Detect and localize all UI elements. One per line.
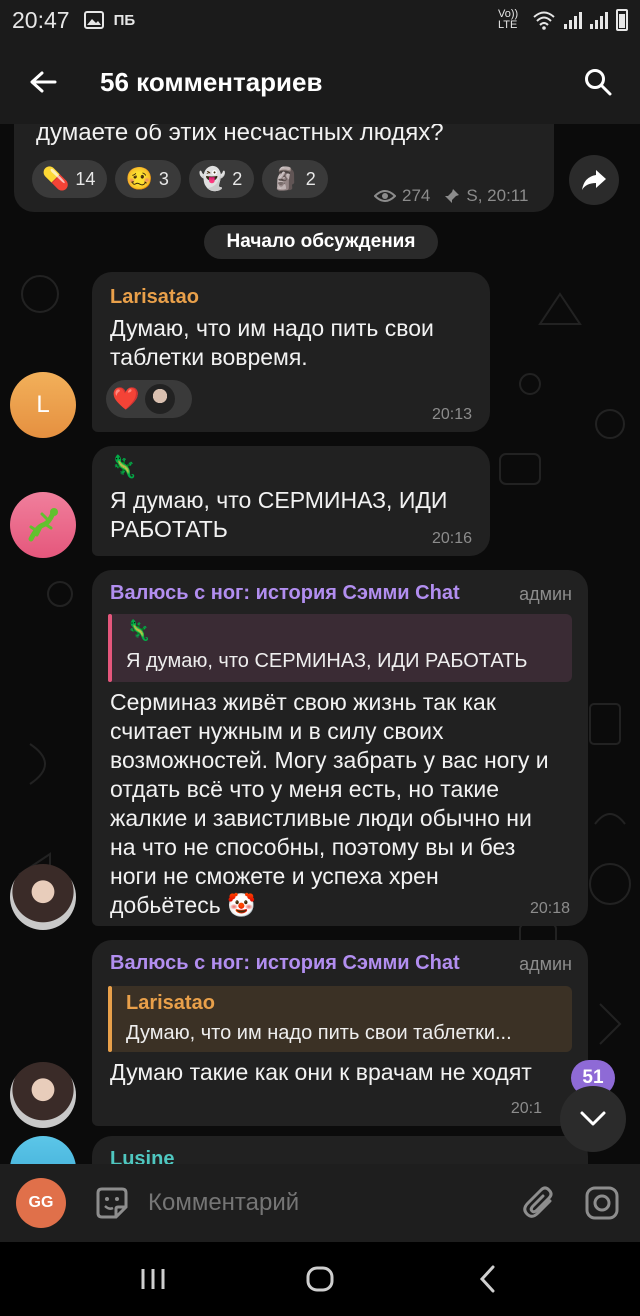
reaction-moai[interactable]: 🗿 2 (262, 160, 328, 198)
reaction-ghost[interactable]: 👻 2 (188, 160, 255, 198)
avatar[interactable] (10, 1062, 76, 1128)
paperclip-icon (523, 1186, 553, 1218)
arrow-left-icon (30, 71, 57, 93)
reply-quote[interactable]: Larisatao Думаю, что им надо пить свои т… (108, 986, 572, 1052)
app-header: 56 комментариев (0, 40, 640, 124)
avatar[interactable]: L (10, 372, 76, 438)
reaction-count: 2 (305, 168, 316, 189)
message-author[interactable]: Larisatao (110, 286, 199, 309)
recent-apps-button[interactable] (123, 1249, 183, 1309)
search-button[interactable] (556, 40, 640, 124)
post-time: S, 20:11 (466, 186, 529, 205)
scroll-down-button[interactable] (560, 1086, 626, 1152)
signal-2-icon (590, 11, 608, 29)
home-button[interactable] (290, 1249, 350, 1309)
pill-emoji-icon: 💊 (42, 166, 70, 191)
message-author[interactable]: Lusine (110, 1148, 174, 1164)
gallery-icon (83, 11, 104, 29)
post-reactions: 💊 14 🥴 3 👻 2 🗿 2 (32, 160, 336, 198)
avatar[interactable] (10, 864, 76, 930)
video-message-button[interactable] (564, 1178, 640, 1228)
page-title: 56 комментариев (100, 66, 323, 97)
message-bubble[interactable]: Валюсь с ног: история Сэмми Chat админ L… (92, 940, 588, 1126)
chevron-down-icon (580, 1111, 606, 1126)
reaction-count: 3 (158, 168, 169, 189)
discussion-start-label: Начало обсуждения (204, 225, 438, 259)
message-time: 20:18 (529, 900, 570, 917)
message-bubble[interactable]: Larisatao Думаю, что им надо пить свои т… (92, 272, 490, 432)
post-text: думаете об этих несчастных людях? (36, 124, 444, 146)
admin-badge: админ (519, 954, 572, 974)
message-reaction[interactable]: ❤️ (106, 380, 192, 418)
emoji-button[interactable] (92, 1183, 132, 1223)
wifi-icon (533, 11, 555, 30)
status-time: 20:47 (12, 6, 70, 33)
quote-text: Я думаю, что СЕРМИНАЗ, ИДИ РАБОТАТЬ (126, 650, 528, 672)
avatar-letter: L (36, 391, 50, 418)
reaction-woozy[interactable]: 🥴 3 (115, 160, 181, 198)
message-text: Думаю такие как они к врачам не ходят (110, 1059, 532, 1085)
share-arrow-icon (582, 170, 606, 190)
home-icon (306, 1266, 334, 1292)
heart-icon: ❤️ (112, 386, 140, 411)
system-back-button[interactable] (457, 1249, 517, 1309)
post-views: 274 (402, 186, 431, 205)
reactor-avatar (145, 384, 176, 414)
quote-text: Думаю, что им надо пить свои таблетки... (126, 1022, 512, 1044)
reply-quote[interactable]: 🦎 Я думаю, что СЕРМИНАЗ, ИДИ РАБОТАТЬ (108, 614, 572, 682)
message-author[interactable]: Валюсь с ног: история Сэмми Chat (110, 582, 460, 605)
message-time: 20:1 (510, 1100, 542, 1117)
message-bubble[interactable]: Lusine (92, 1136, 588, 1164)
status-bar: 20:47 ПБ Vo)) LTE (0, 0, 640, 40)
attach-button[interactable] (514, 1178, 564, 1228)
message-text: Думаю, что им надо пить свои таблетки во… (110, 315, 434, 370)
channel-post[interactable]: думаете об этих несчастных людях? 💊 14 🥴 3… (14, 124, 554, 212)
comment-input-bar: GG (0, 1164, 640, 1242)
lizard-icon (28, 508, 58, 542)
chevron-left-icon (479, 1265, 495, 1293)
battery-icon (616, 9, 628, 31)
message-text: Я думаю, что СЕРМИНАЗ, ИДИ РАБОТАТЬ (110, 487, 448, 542)
admin-badge: админ (519, 584, 572, 604)
lizard-sticker-icon: 🦎 (110, 454, 138, 479)
reaction-pill[interactable]: 💊 14 (32, 160, 108, 198)
reaction-count: 14 (75, 168, 96, 189)
ghost-icon: 👻 (198, 166, 227, 191)
back-button[interactable] (0, 40, 86, 124)
send-as-avatar[interactable]: GG (16, 1178, 66, 1228)
chat-area[interactable]: думаете об этих несчастных людях? 💊 14 🥴 3… (0, 124, 640, 1164)
signal-icon (564, 11, 582, 29)
share-button[interactable] (569, 155, 619, 205)
search-icon (585, 69, 612, 96)
carrier-label: ПБ (113, 11, 136, 29)
message-time: 20:16 (431, 530, 472, 547)
pin-icon (445, 189, 460, 203)
recents-icon (141, 1269, 165, 1289)
woozy-face-icon: 🥴 (125, 166, 153, 191)
comment-input[interactable] (148, 1189, 478, 1217)
post-meta: 274 S, 20:11 (374, 186, 528, 206)
message-bubble[interactable]: Валюсь с ног: история Сэмми Chat админ 🦎… (92, 570, 588, 926)
message-text: Серминаз живёт свою жизнь так как считае… (110, 689, 549, 918)
message-bubble[interactable]: 🦎 Я думаю, что СЕРМИНАЗ, ИДИ РАБОТАТЬ 20… (92, 446, 490, 556)
message-time: 20:13 (431, 406, 472, 423)
quote-author: Larisatao (126, 992, 215, 1014)
system-nav-bar (0, 1242, 640, 1316)
moai-icon: 🗿 (272, 166, 300, 191)
avatar[interactable] (10, 492, 76, 558)
eye-icon (374, 190, 396, 202)
message-author[interactable]: Валюсь с ног: история Сэмми Chat (110, 952, 460, 975)
sticker-smile-icon (96, 1187, 128, 1219)
quote-sticker-icon: 🦎 (126, 620, 151, 642)
camera-icon (585, 1186, 619, 1220)
volte-icon: Vo)) LTE (498, 8, 519, 31)
reaction-count: 2 (232, 168, 243, 189)
